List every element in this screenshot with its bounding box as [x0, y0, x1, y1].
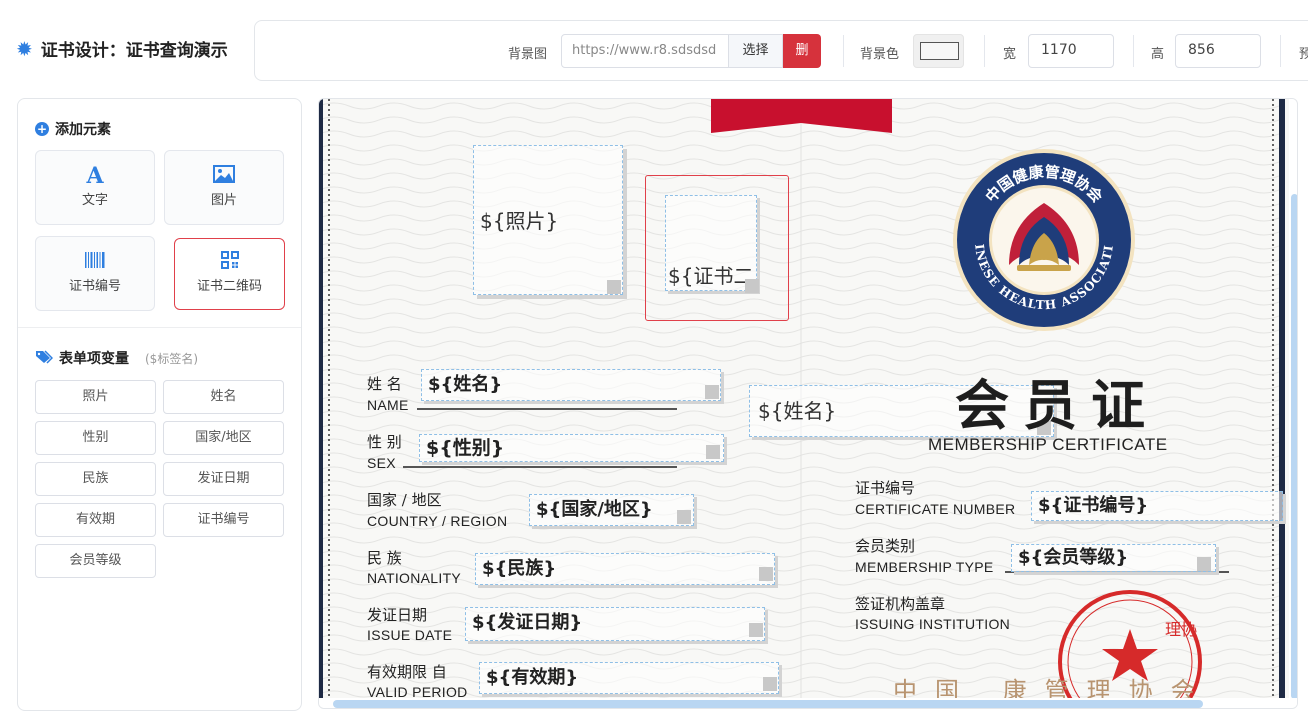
var-button-photo[interactable]: 照片 [35, 380, 156, 414]
left-panel: + 添加元素 A 文字 图片 证书编号 证书二维码 表单项变量 ($标签名) 照… [17, 98, 302, 711]
bg-color-picker[interactable] [913, 34, 964, 68]
var-placeholder-issue-date[interactable]: ${发证日期} [465, 607, 765, 641]
field-en-issuing: ISSUING INSTITUTION [855, 616, 1011, 632]
field-label-validity: 有效期限 自 [367, 663, 447, 681]
tile-label: 图片 [210, 193, 237, 208]
photo-placeholder[interactable]: ${照片} [473, 145, 623, 295]
toolbar: 背景图 https://www.r8.sdsdsd 选择 删 背景色 宽 117… [254, 20, 1308, 81]
field-en-name: NAME [367, 397, 409, 413]
field-en-cert-number: CERTIFICATE NUMBER [855, 501, 1016, 517]
var-button-sex[interactable]: 性别 [35, 421, 156, 455]
divider [18, 327, 301, 328]
field-label-member-type: 会员类别 [855, 537, 916, 555]
image-icon [165, 165, 283, 187]
var-button-cert-number[interactable]: 证书编号 [163, 503, 284, 537]
resize-handle[interactable] [705, 385, 719, 399]
resize-handle[interactable] [749, 623, 763, 637]
svg-text:理协: 理协 [1165, 620, 1197, 639]
add-elements-header: + 添加元素 [35, 119, 111, 139]
barcode-icon [36, 251, 154, 273]
ribbon-decoration [711, 99, 892, 133]
certificate-title: 会员证 [955, 373, 1159, 437]
divider [1280, 35, 1281, 67]
divider [1133, 35, 1134, 67]
divider [984, 35, 985, 67]
width-label: 宽 [1003, 47, 1017, 62]
association-logo: 中国健康管理协会 CHINESE HEALTH ASSOCIATION [951, 147, 1135, 331]
resize-handle[interactable] [745, 279, 759, 293]
underline [403, 466, 677, 468]
field-label-name: 姓 名 [367, 375, 402, 393]
tile-label: 文字 [81, 193, 108, 208]
field-en-issue-date: ISSUE DATE [367, 627, 453, 643]
bg-color-label: 背景色 [860, 47, 900, 62]
add-cert-number-tile[interactable]: 证书编号 [35, 236, 155, 311]
field-en-sex: SEX [367, 455, 396, 471]
var-placeholder-cert-number[interactable]: ${证书编号} [1031, 491, 1283, 521]
var-placeholder-country[interactable]: ${国家/地区} [529, 494, 694, 526]
bg-image-input[interactable]: https://www.r8.sdsdsd [561, 34, 729, 68]
bg-image-label: 背景图 [508, 47, 548, 62]
scroll-thumb[interactable] [1291, 194, 1297, 699]
var-button-ethnicity[interactable]: 民族 [35, 462, 156, 496]
var-placeholder-sex[interactable]: ${性别} [419, 434, 724, 462]
certificate-canvas[interactable]: ${照片} ${证书二 姓 名 NAME ${姓名} 性 别 SEX ${性别}… [318, 98, 1298, 709]
certificate-title-en: MEMBERSHIP CERTIFICATE [928, 435, 1168, 454]
underline [417, 408, 677, 410]
var-button-name[interactable]: 姓名 [163, 380, 284, 414]
resize-handle[interactable] [607, 280, 621, 294]
horizontal-scrollbar[interactable] [319, 698, 1297, 708]
field-label-sex: 性 别 [367, 433, 402, 451]
qrcode-placeholder[interactable]: ${证书二 [665, 195, 757, 291]
qrcode-icon [175, 251, 284, 273]
form-vars-hint: ($标签名) [145, 351, 198, 366]
page-header: ✹ 证书设计：证书查询演示 [16, 36, 228, 62]
form-vars-header: 表单项变量 ($标签名) [35, 348, 198, 368]
preview-label[interactable]: 预 [1299, 43, 1308, 62]
plus-circle-icon: + [35, 122, 49, 136]
height-label: 高 [1151, 47, 1165, 62]
delete-image-button[interactable]: 删 [783, 34, 821, 68]
add-text-tile[interactable]: A 文字 [35, 150, 155, 225]
resize-handle[interactable] [677, 510, 691, 524]
form-vars-title: 表单项变量 [59, 351, 129, 367]
resize-handle[interactable] [1197, 557, 1211, 571]
choose-image-button[interactable]: 选择 [729, 34, 783, 68]
gear-icon: ✹ [16, 36, 33, 61]
field-label-issue-date: 发证日期 [367, 606, 428, 624]
resize-handle[interactable] [759, 567, 773, 581]
var-button-issue-date[interactable]: 发证日期 [163, 462, 284, 496]
add-image-tile[interactable]: 图片 [164, 150, 284, 225]
var-button-member-level[interactable]: 会员等级 [35, 544, 156, 578]
tags-icon [35, 349, 54, 368]
field-en-country: COUNTRY / REGION [367, 513, 508, 529]
field-label-country: 国家 / 地区 [367, 491, 442, 509]
text-icon: A [86, 163, 104, 189]
tile-label: 证书编号 [68, 279, 121, 294]
width-input[interactable]: 1170 [1028, 34, 1114, 68]
resize-handle[interactable] [763, 677, 777, 691]
add-elements-title: 添加元素 [55, 122, 111, 138]
var-placeholder-name[interactable]: ${姓名} [421, 369, 721, 401]
divider [843, 35, 844, 67]
var-button-validity[interactable]: 有效期 [35, 503, 156, 537]
field-label-cert-number: 证书编号 [855, 479, 916, 497]
field-en-ethnicity: NATIONALITY [367, 570, 462, 586]
var-placeholder-ethnicity[interactable]: ${民族} [475, 553, 775, 585]
page-title: 证书设计：证书查询演示 [40, 41, 228, 61]
tile-label: 证书二维码 [196, 279, 262, 294]
height-input[interactable]: 856 [1175, 34, 1261, 68]
var-placeholder-member-type[interactable]: ${会员等级} [1011, 544, 1216, 572]
field-en-member-type: MEMBERSHIP TYPE [855, 559, 994, 575]
var-button-country[interactable]: 国家/地区 [163, 421, 284, 455]
field-label-issuing: 签证机构盖章 [855, 595, 946, 613]
resize-handle[interactable] [706, 445, 720, 459]
vertical-scrollbar[interactable] [1289, 99, 1297, 708]
color-swatch [920, 42, 959, 60]
scroll-thumb[interactable] [333, 700, 1203, 708]
add-qrcode-tile[interactable]: 证书二维码 [174, 238, 285, 310]
field-label-ethnicity: 民 族 [367, 549, 402, 567]
var-placeholder-validity[interactable]: ${有效期} [479, 662, 779, 694]
